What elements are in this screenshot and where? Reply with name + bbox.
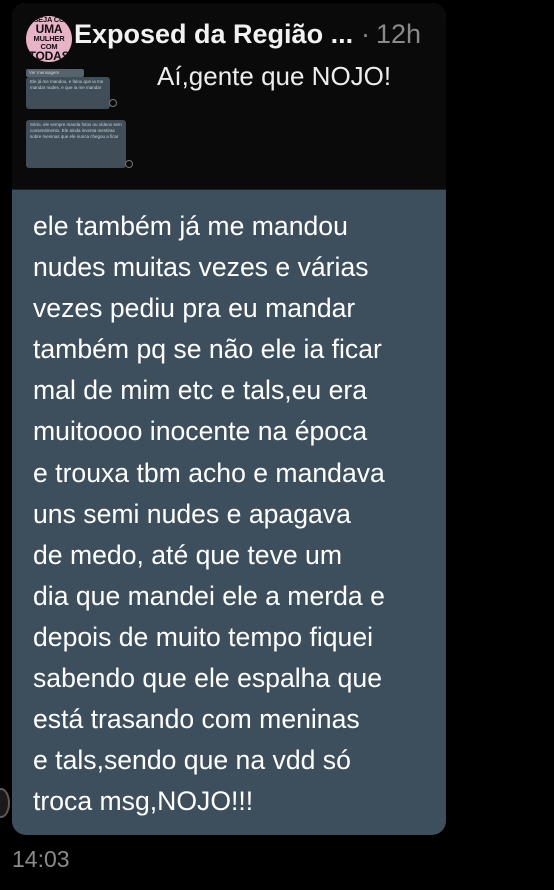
post-age: · 12h <box>361 19 421 50</box>
post-caption: Aí,gente que NOJO! <box>157 61 392 91</box>
message-bubble[interactable]: SEJA CO UMA MULHER COM TODAS Exposed da … <box>12 3 446 835</box>
author-avatar[interactable]: SEJA CO UMA MULHER COM TODAS <box>26 16 72 62</box>
thumbnail-tag: Ver mensagem <box>26 69 84 77</box>
read-tick-icon <box>109 99 117 107</box>
author-name[interactable]: Exposed da Região ... <box>74 19 353 50</box>
message-text: ele também já me mandou nudes muitas vez… <box>33 211 385 817</box>
avatar-text-line: TODAS <box>28 49 70 62</box>
thumbnail-message: Sério, ele sempre manda fotos ou vídeos … <box>26 120 126 168</box>
story-preview[interactable]: SEJA CO UMA MULHER COM TODAS Exposed da … <box>12 3 446 190</box>
read-tick-icon <box>125 160 133 168</box>
separator: · <box>361 19 370 49</box>
post-age-value: 12h <box>376 19 422 49</box>
thumbnail-message: Ele já me mandou, e falou que ia me mand… <box>26 77 110 109</box>
reaction-icon[interactable] <box>0 788 10 818</box>
message-timestamp: 14:03 <box>12 846 70 872</box>
